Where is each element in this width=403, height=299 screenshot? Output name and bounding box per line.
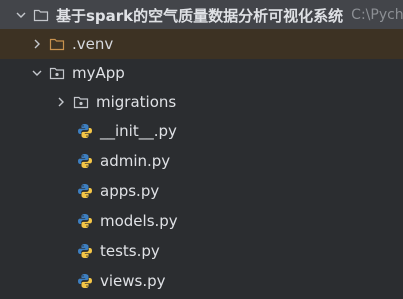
excluded-folder-icon — [48, 36, 66, 52]
tree-item-label: models.py — [100, 212, 178, 230]
tree-item-label: views.py — [100, 272, 166, 290]
tree-item-file[interactable]: tests.py — [0, 236, 403, 266]
package-folder-icon — [72, 94, 90, 110]
tree-item-file[interactable]: models.py — [0, 206, 403, 236]
python-icon — [76, 273, 94, 289]
chevron-down-icon[interactable] — [14, 8, 28, 22]
python-icon — [76, 123, 94, 139]
python-icon — [76, 213, 94, 229]
root-project-path: C:\Pycha — [351, 7, 403, 23]
tree-item-migrations[interactable]: migrations — [0, 87, 403, 117]
tree-item-label: .venv — [72, 35, 114, 53]
chevron-right-icon[interactable] — [54, 95, 68, 109]
root-project-label: 基于spark的空气质量数据分析可视化系统 — [56, 6, 344, 25]
tree-root-row[interactable]: 基于spark的空气质量数据分析可视化系统 C:\Pycha — [0, 0, 403, 30]
tree-item-label: admin.py — [100, 152, 171, 170]
tree-item-label: tests.py — [100, 242, 160, 260]
python-icon — [76, 153, 94, 169]
chevron-down-icon[interactable] — [30, 66, 44, 80]
python-icon — [76, 183, 94, 199]
tree-item-label: myApp — [72, 64, 125, 82]
tree-item-file[interactable]: __init__.py — [0, 116, 403, 146]
chevron-right-icon[interactable] — [30, 37, 44, 51]
tree-item-file[interactable]: admin.py — [0, 146, 403, 176]
tree-item-label: apps.py — [100, 182, 160, 200]
folder-icon — [32, 7, 50, 23]
tree-item-label: migrations — [96, 93, 177, 111]
tree-item-file[interactable]: apps.py — [0, 176, 403, 206]
python-icon — [76, 243, 94, 259]
tree-item-myapp[interactable]: myApp — [0, 58, 403, 88]
package-folder-icon — [48, 65, 66, 81]
project-tree: 基于spark的空气质量数据分析可视化系统 C:\Pycha .venv myA… — [0, 0, 403, 299]
tree-item-label: __init__.py — [100, 122, 177, 140]
tree-item-file[interactable]: views.py — [0, 266, 403, 296]
tree-item-venv[interactable]: .venv — [0, 29, 403, 59]
